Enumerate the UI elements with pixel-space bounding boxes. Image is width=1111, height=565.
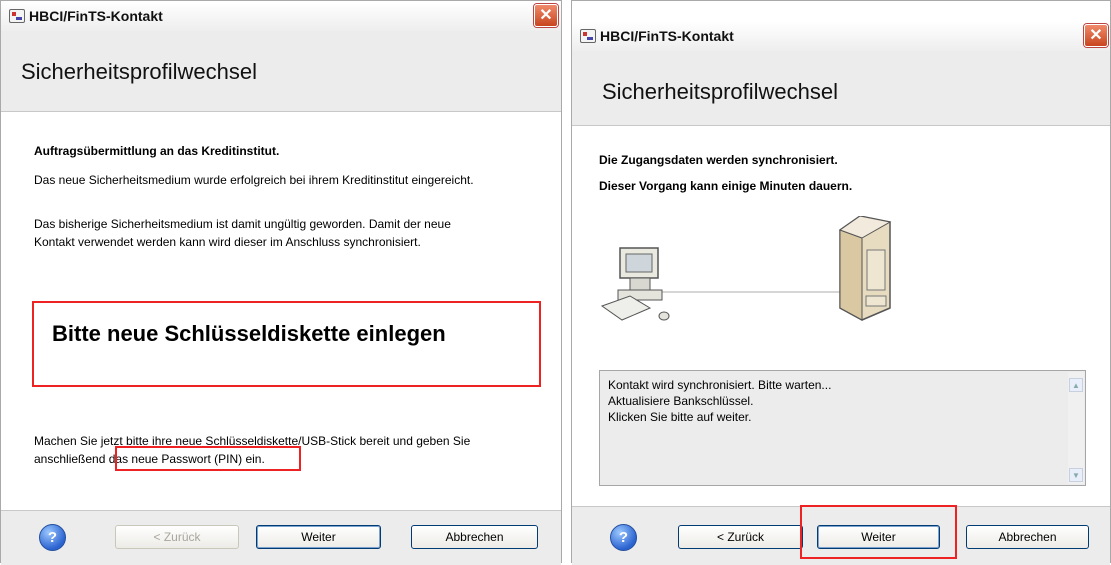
scrollbar[interactable]: ▲ ▼ [1068,372,1084,484]
help-icon[interactable]: ? [610,524,637,551]
page-title: Sicherheitsprofilwechsel [602,79,838,104]
button-bar: ? < Zurück Weiter Abbrechen [1,510,561,565]
log-textbox[interactable]: Kontakt wird synchronisiert. Bitte warte… [599,370,1086,486]
button-bar: ? < Zurück Weiter Abbrechen [572,505,1110,565]
content-panel: Auftragsübermittlung an das Kreditinstit… [1,112,561,510]
cancel-button[interactable]: Abbrechen [966,525,1089,549]
close-icon[interactable]: ✕ [1084,24,1108,47]
scroll-down-icon[interactable]: ▼ [1069,468,1083,482]
next-button[interactable]: Weiter [256,525,381,549]
help-icon[interactable]: ? [39,524,66,551]
insert-disk-prompt: Bitte neue Schlüsseldiskette einlegen [52,321,446,346]
log-line: Kontakt wird synchronisiert. Bitte warte… [608,378,832,392]
app-icon [9,9,25,23]
status-text: Die Zugangsdaten werden synchronisiert. [599,153,838,167]
window-title: HBCI/FinTS-Kontakt [600,28,734,44]
info-text: Das bisherige Sicherheitsmedium ist dami… [34,217,451,231]
header-panel: Sicherheitsprofilwechsel [572,51,1110,126]
log-line: Klicken Sie bitte auf weiter. [608,410,752,424]
content-panel: Die Zugangsdaten werden synchronisiert. … [572,126,1110,506]
header-panel: Sicherheitsprofilwechsel [1,31,561,112]
title-bar: HBCI/FinTS-Kontakt ✕ [572,21,1110,52]
highlight-box [115,446,301,471]
title-bar: HBCI/FinTS-Kontakt ✕ [1,1,561,32]
window-title: HBCI/FinTS-Kontakt [29,8,163,24]
dialog-left: HBCI/FinTS-Kontakt ✕ Sicherheitsprofilwe… [0,0,562,565]
app-icon [580,29,596,43]
back-button[interactable]: < Zurück [115,525,239,549]
page-title: Sicherheitsprofilwechsel [21,59,257,84]
info-text: Das neue Sicherheitsmedium wurde erfolgr… [34,173,474,187]
dialog-right: HBCI/FinTS-Kontakt ✕ Sicherheitsprofilwe… [571,0,1111,565]
back-button[interactable]: < Zurück [678,525,803,549]
close-icon[interactable]: ✕ [534,4,558,27]
divider [562,0,571,563]
log-line: Aktualisiere Bankschlüssel. [608,394,754,408]
status-text: Dieser Vorgang kann einige Minuten dauer… [599,179,853,193]
highlight-box [800,505,957,559]
connection-illustration [600,216,892,321]
computer-icon [600,247,670,321]
info-text: Kontakt verwendet werden kann wird diese… [34,235,421,249]
scroll-up-icon[interactable]: ▲ [1069,378,1083,392]
server-icon [838,216,892,321]
heading-text: Auftragsübermittlung an das Kreditinstit… [34,144,280,158]
cancel-button[interactable]: Abbrechen [411,525,538,549]
instruction-text-pre: anschließend [34,452,109,466]
